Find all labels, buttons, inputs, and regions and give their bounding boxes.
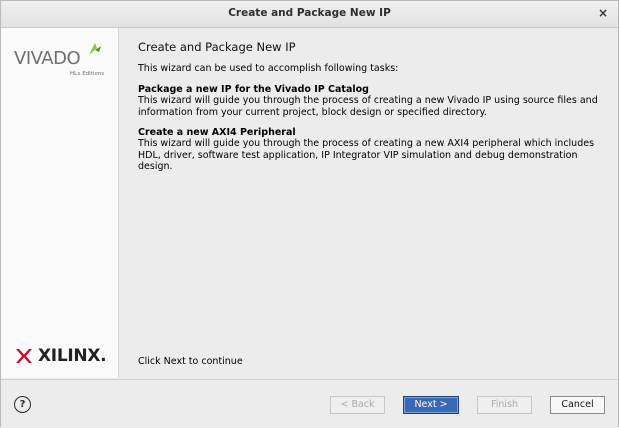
xilinx-mark-icon	[16, 349, 32, 363]
xilinx-logo-text: XILINX.	[38, 346, 107, 366]
page-title: Create and Package New IP	[138, 40, 296, 54]
title-bar[interactable]: Create and Package New IP ×	[1, 1, 618, 28]
wizard-content: Create and Package New IP This wizard ca…	[119, 28, 618, 378]
vivado-logo: VIVADO HLx Editions	[14, 43, 104, 77]
finish-button[interactable]: Finish	[477, 396, 532, 414]
help-icon[interactable]: ?	[14, 396, 31, 413]
vivado-logo-text: VIVADO	[14, 48, 81, 69]
cancel-button[interactable]: Cancel	[550, 396, 605, 414]
section-title: Package a new IP for the Vivado IP Catal…	[138, 84, 369, 95]
section-body: This wizard will guide you through the p…	[138, 138, 595, 172]
button-bar: ? < Back Next > Finish Cancel	[1, 379, 618, 428]
next-button[interactable]: Next >	[403, 396, 459, 414]
vivado-edition-text: HLx Editions	[70, 71, 105, 77]
continue-hint: Click Next to continue	[138, 356, 243, 367]
vivado-leaf-icon	[89, 43, 101, 55]
window-title: Create and Package New IP	[228, 7, 391, 19]
close-icon[interactable]: ×	[596, 6, 610, 20]
branding-sidebar: VIVADO HLx Editions XILINX.	[1, 28, 119, 378]
section-package-ip: Package a new IP for the Vivado IP Catal…	[138, 84, 608, 118]
intro-text: This wizard can be used to accomplish fo…	[138, 63, 399, 74]
wizard-window: Create and Package New IP × VIVADO HLx E…	[0, 0, 619, 428]
section-axi4-peripheral: Create a new AXI4 Peripheral This wizard…	[138, 127, 608, 173]
back-button[interactable]: < Back	[330, 396, 385, 414]
section-title: Create a new AXI4 Peripheral	[138, 127, 296, 138]
xilinx-logo: XILINX.	[15, 346, 107, 366]
section-body: This wizard will guide you through the p…	[138, 95, 598, 118]
